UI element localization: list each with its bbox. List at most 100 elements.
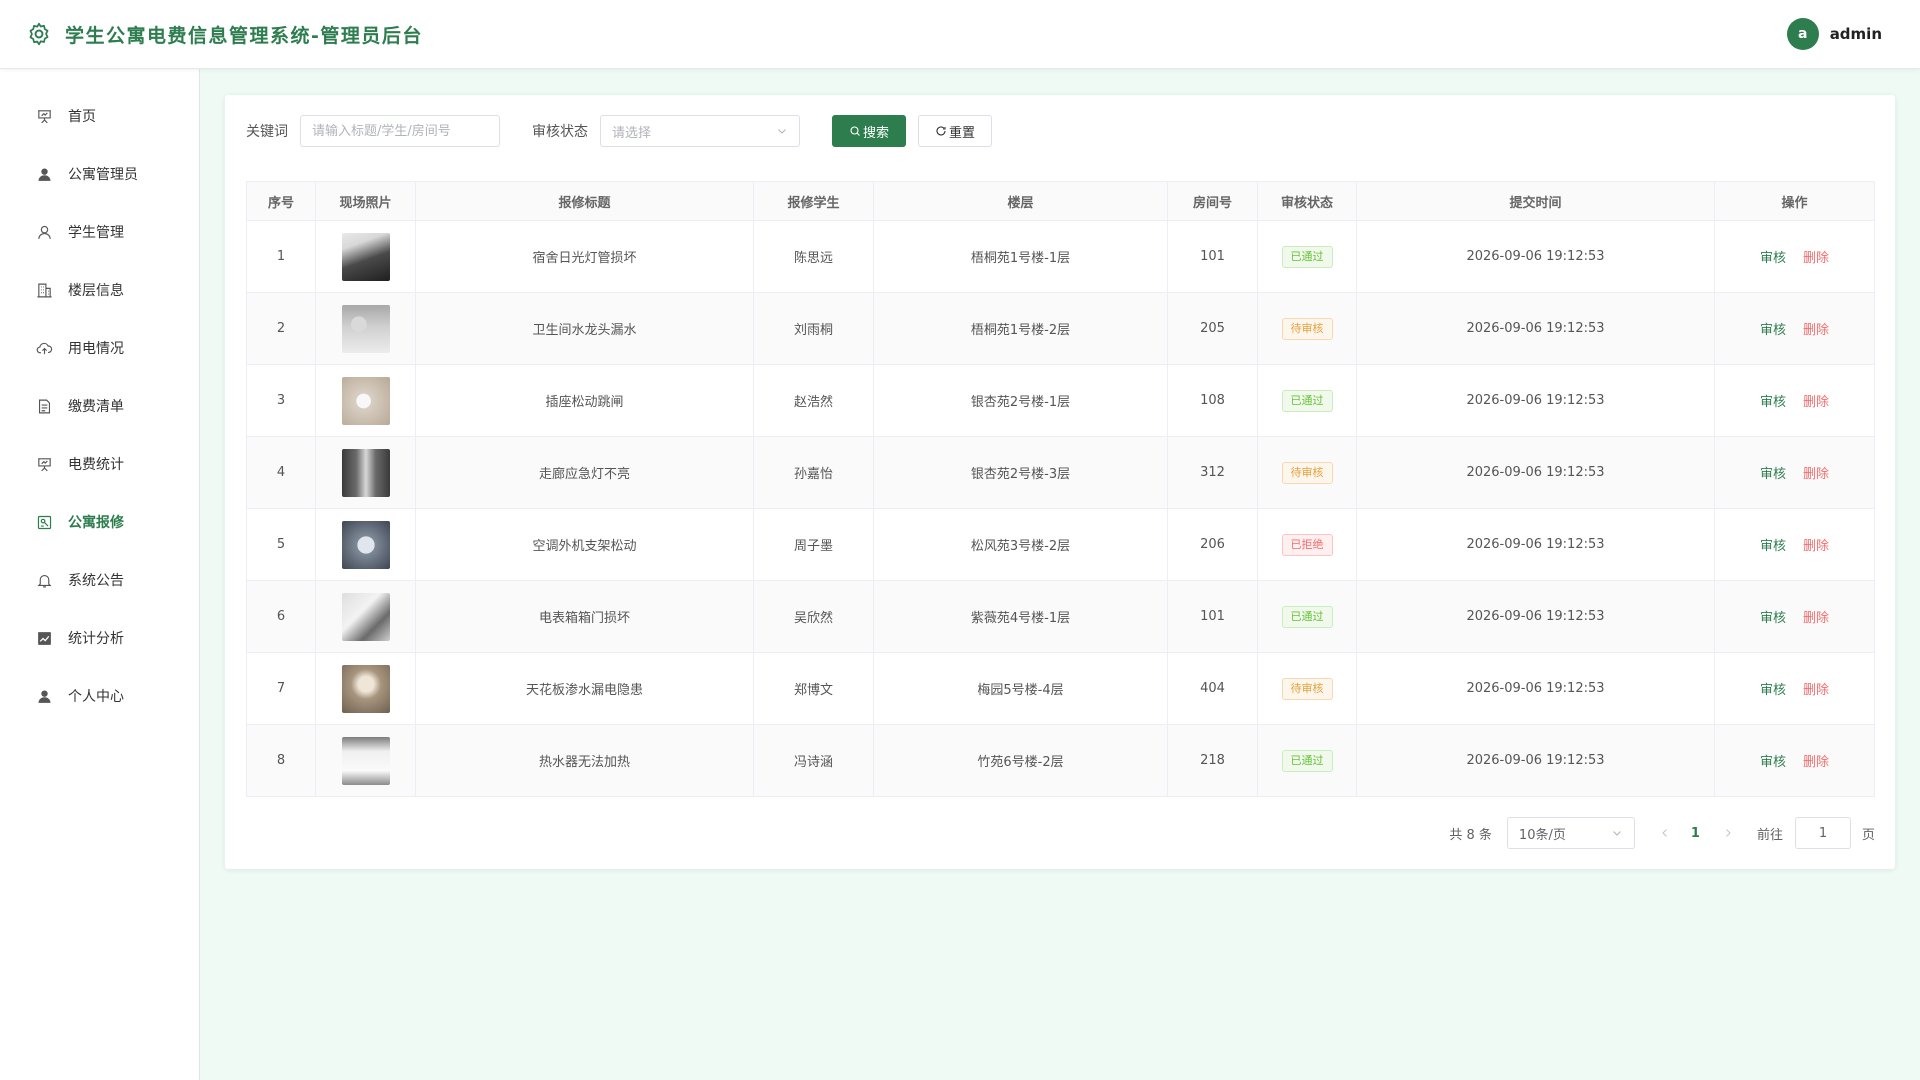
- actions-cell: 审核 删除: [1714, 292, 1875, 365]
- col-header: 审核状态: [1257, 181, 1357, 221]
- site-photo[interactable]: [341, 664, 390, 713]
- submit-time: 2026-09-06 19:12:53: [1356, 652, 1715, 725]
- sidebar-item-profile[interactable]: 个人中心: [0, 667, 199, 725]
- chevron-left-icon[interactable]: [1659, 827, 1671, 839]
- page-unit-label: 页: [1861, 827, 1875, 843]
- delete-button[interactable]: 删除: [1803, 611, 1829, 626]
- status-cell: 已通过: [1257, 580, 1357, 653]
- row-no: 7: [246, 652, 316, 725]
- search-icon: [849, 125, 861, 137]
- sidebar-item-home[interactable]: 首页: [0, 87, 199, 145]
- chevron-down-icon: [1611, 827, 1623, 839]
- status-select[interactable]: 请选择: [600, 115, 800, 147]
- site-photo[interactable]: [341, 592, 390, 641]
- goto-page-input[interactable]: [1794, 817, 1851, 849]
- floor: 竹苑6号楼-2层: [873, 724, 1168, 797]
- delete-button[interactable]: 删除: [1803, 539, 1829, 554]
- repair-title: 电表箱箱门损坏: [415, 580, 754, 653]
- sidebar-item-repairs[interactable]: 公寓报修: [0, 493, 199, 551]
- page-number[interactable]: 1: [1691, 826, 1700, 841]
- status-badge: 已通过: [1281, 389, 1333, 412]
- review-button[interactable]: 审核: [1760, 683, 1786, 698]
- delete-button[interactable]: 删除: [1803, 755, 1829, 770]
- user-menu[interactable]: a admin: [1786, 18, 1882, 50]
- floor: 松风苑3号楼-2层: [873, 508, 1168, 581]
- actions-cell: 审核 删除: [1714, 364, 1875, 437]
- site-photo[interactable]: [341, 376, 390, 425]
- photo-cell: [315, 724, 416, 797]
- status-select-placeholder: 请选择: [612, 125, 652, 141]
- repair-title: 空调外机支架松动: [415, 508, 754, 581]
- sidebar-item-students[interactable]: 学生管理: [0, 203, 199, 261]
- sidebar-item-analytics[interactable]: 统计分析: [0, 609, 199, 667]
- repair-title: 走廊应急灯不亮: [415, 436, 754, 509]
- username[interactable]: admin: [1830, 25, 1882, 43]
- review-button[interactable]: 审核: [1760, 251, 1786, 266]
- submit-time: 2026-09-06 19:12:53: [1356, 580, 1715, 653]
- review-button[interactable]: 审核: [1760, 323, 1786, 338]
- status-badge: 已拒绝: [1281, 533, 1333, 556]
- site-photo[interactable]: [341, 520, 390, 569]
- photo-cell: [315, 436, 416, 509]
- status-cell: 待审核: [1257, 436, 1357, 509]
- chart-icon: [36, 630, 53, 647]
- sidebar-item-label: 缴费清单: [68, 399, 124, 415]
- page-size-select[interactable]: 10条/页: [1506, 817, 1635, 849]
- status-label: 审核状态: [532, 124, 588, 140]
- submit-time: 2026-09-06 19:12:53: [1356, 724, 1715, 797]
- photo-cell: [315, 580, 416, 653]
- review-button[interactable]: 审核: [1760, 395, 1786, 410]
- room-number: 312: [1167, 436, 1258, 509]
- delete-button[interactable]: 删除: [1803, 683, 1829, 698]
- sidebar-item-power-usage[interactable]: 用电情况: [0, 319, 199, 377]
- sidebar-item-floors[interactable]: 楼层信息: [0, 261, 199, 319]
- delete-button[interactable]: 删除: [1803, 251, 1829, 266]
- chevron-right-icon[interactable]: [1722, 827, 1734, 839]
- table-row: 2 卫生间水龙头漏水 刘雨桐 梧桐苑1号楼-2层 205 待审核 2026-09-06 19…: [246, 292, 1875, 365]
- chevron-down-icon: [776, 125, 788, 137]
- floor: 梧桐苑1号楼-2层: [873, 292, 1168, 365]
- review-button[interactable]: 审核: [1760, 611, 1786, 626]
- sidebar-item-label: 楼层信息: [68, 283, 124, 299]
- table-row: 4 走廊应急灯不亮 孙嘉怡 银杏苑2号楼-3层 312 待审核 2026-09-06 19:…: [246, 436, 1875, 509]
- status-cell: 待审核: [1257, 292, 1357, 365]
- review-button[interactable]: 审核: [1760, 539, 1786, 554]
- site-photo[interactable]: [341, 304, 390, 353]
- repair-student: 陈思远: [753, 220, 874, 293]
- photo-cell: [315, 292, 416, 365]
- sidebar-item-announcements[interactable]: 系统公告: [0, 551, 199, 609]
- site-photo[interactable]: [341, 232, 390, 281]
- sidebar-item-apartment-admin[interactable]: 公寓管理员: [0, 145, 199, 203]
- site-photo[interactable]: [341, 448, 390, 497]
- sidebar-item-fee-stats[interactable]: 电费统计: [0, 435, 199, 493]
- photo-cell: [315, 652, 416, 725]
- floor: 银杏苑2号楼-3层: [873, 436, 1168, 509]
- delete-button[interactable]: 删除: [1803, 323, 1829, 338]
- submit-time: 2026-09-06 19:12:53: [1356, 508, 1715, 581]
- status-cell: 已拒绝: [1257, 508, 1357, 581]
- actions-cell: 审核 删除: [1714, 724, 1875, 797]
- delete-button[interactable]: 删除: [1803, 467, 1829, 482]
- repair-student: 孙嘉怡: [753, 436, 874, 509]
- content-card: 关键词 审核状态 请选择 搜索 重置 序号 现场照片 报修标题: [225, 95, 1895, 869]
- bell-icon: [36, 572, 53, 589]
- status-badge: 已通过: [1281, 245, 1333, 268]
- sidebar-item-payments[interactable]: 缴费清单: [0, 377, 199, 435]
- table-row: 5 空调外机支架松动 周子墨 松风苑3号楼-2层 206 已拒绝 2026-09-06 19…: [246, 508, 1875, 581]
- total-count: 共 8 条: [1449, 827, 1492, 843]
- keyword-input[interactable]: [300, 115, 500, 147]
- avatar[interactable]: a: [1786, 18, 1819, 50]
- repair-title: 天花板渗水漏电隐患: [415, 652, 754, 725]
- sidebar-item-label: 系统公告: [68, 573, 124, 589]
- site-photo[interactable]: [341, 736, 390, 785]
- status-badge: 待审核: [1281, 317, 1333, 340]
- room-number: 206: [1167, 508, 1258, 581]
- review-button[interactable]: 审核: [1760, 755, 1786, 770]
- table-row: 3 插座松动跳闸 赵浩然 银杏苑2号楼-1层 108 已通过 2026-09-06 19:1…: [246, 364, 1875, 437]
- status-cell: 已通过: [1257, 364, 1357, 437]
- search-button[interactable]: 搜索: [832, 115, 906, 147]
- review-button[interactable]: 审核: [1760, 467, 1786, 482]
- reset-button[interactable]: 重置: [918, 115, 992, 147]
- photo-cell: [315, 364, 416, 437]
- delete-button[interactable]: 删除: [1803, 395, 1829, 410]
